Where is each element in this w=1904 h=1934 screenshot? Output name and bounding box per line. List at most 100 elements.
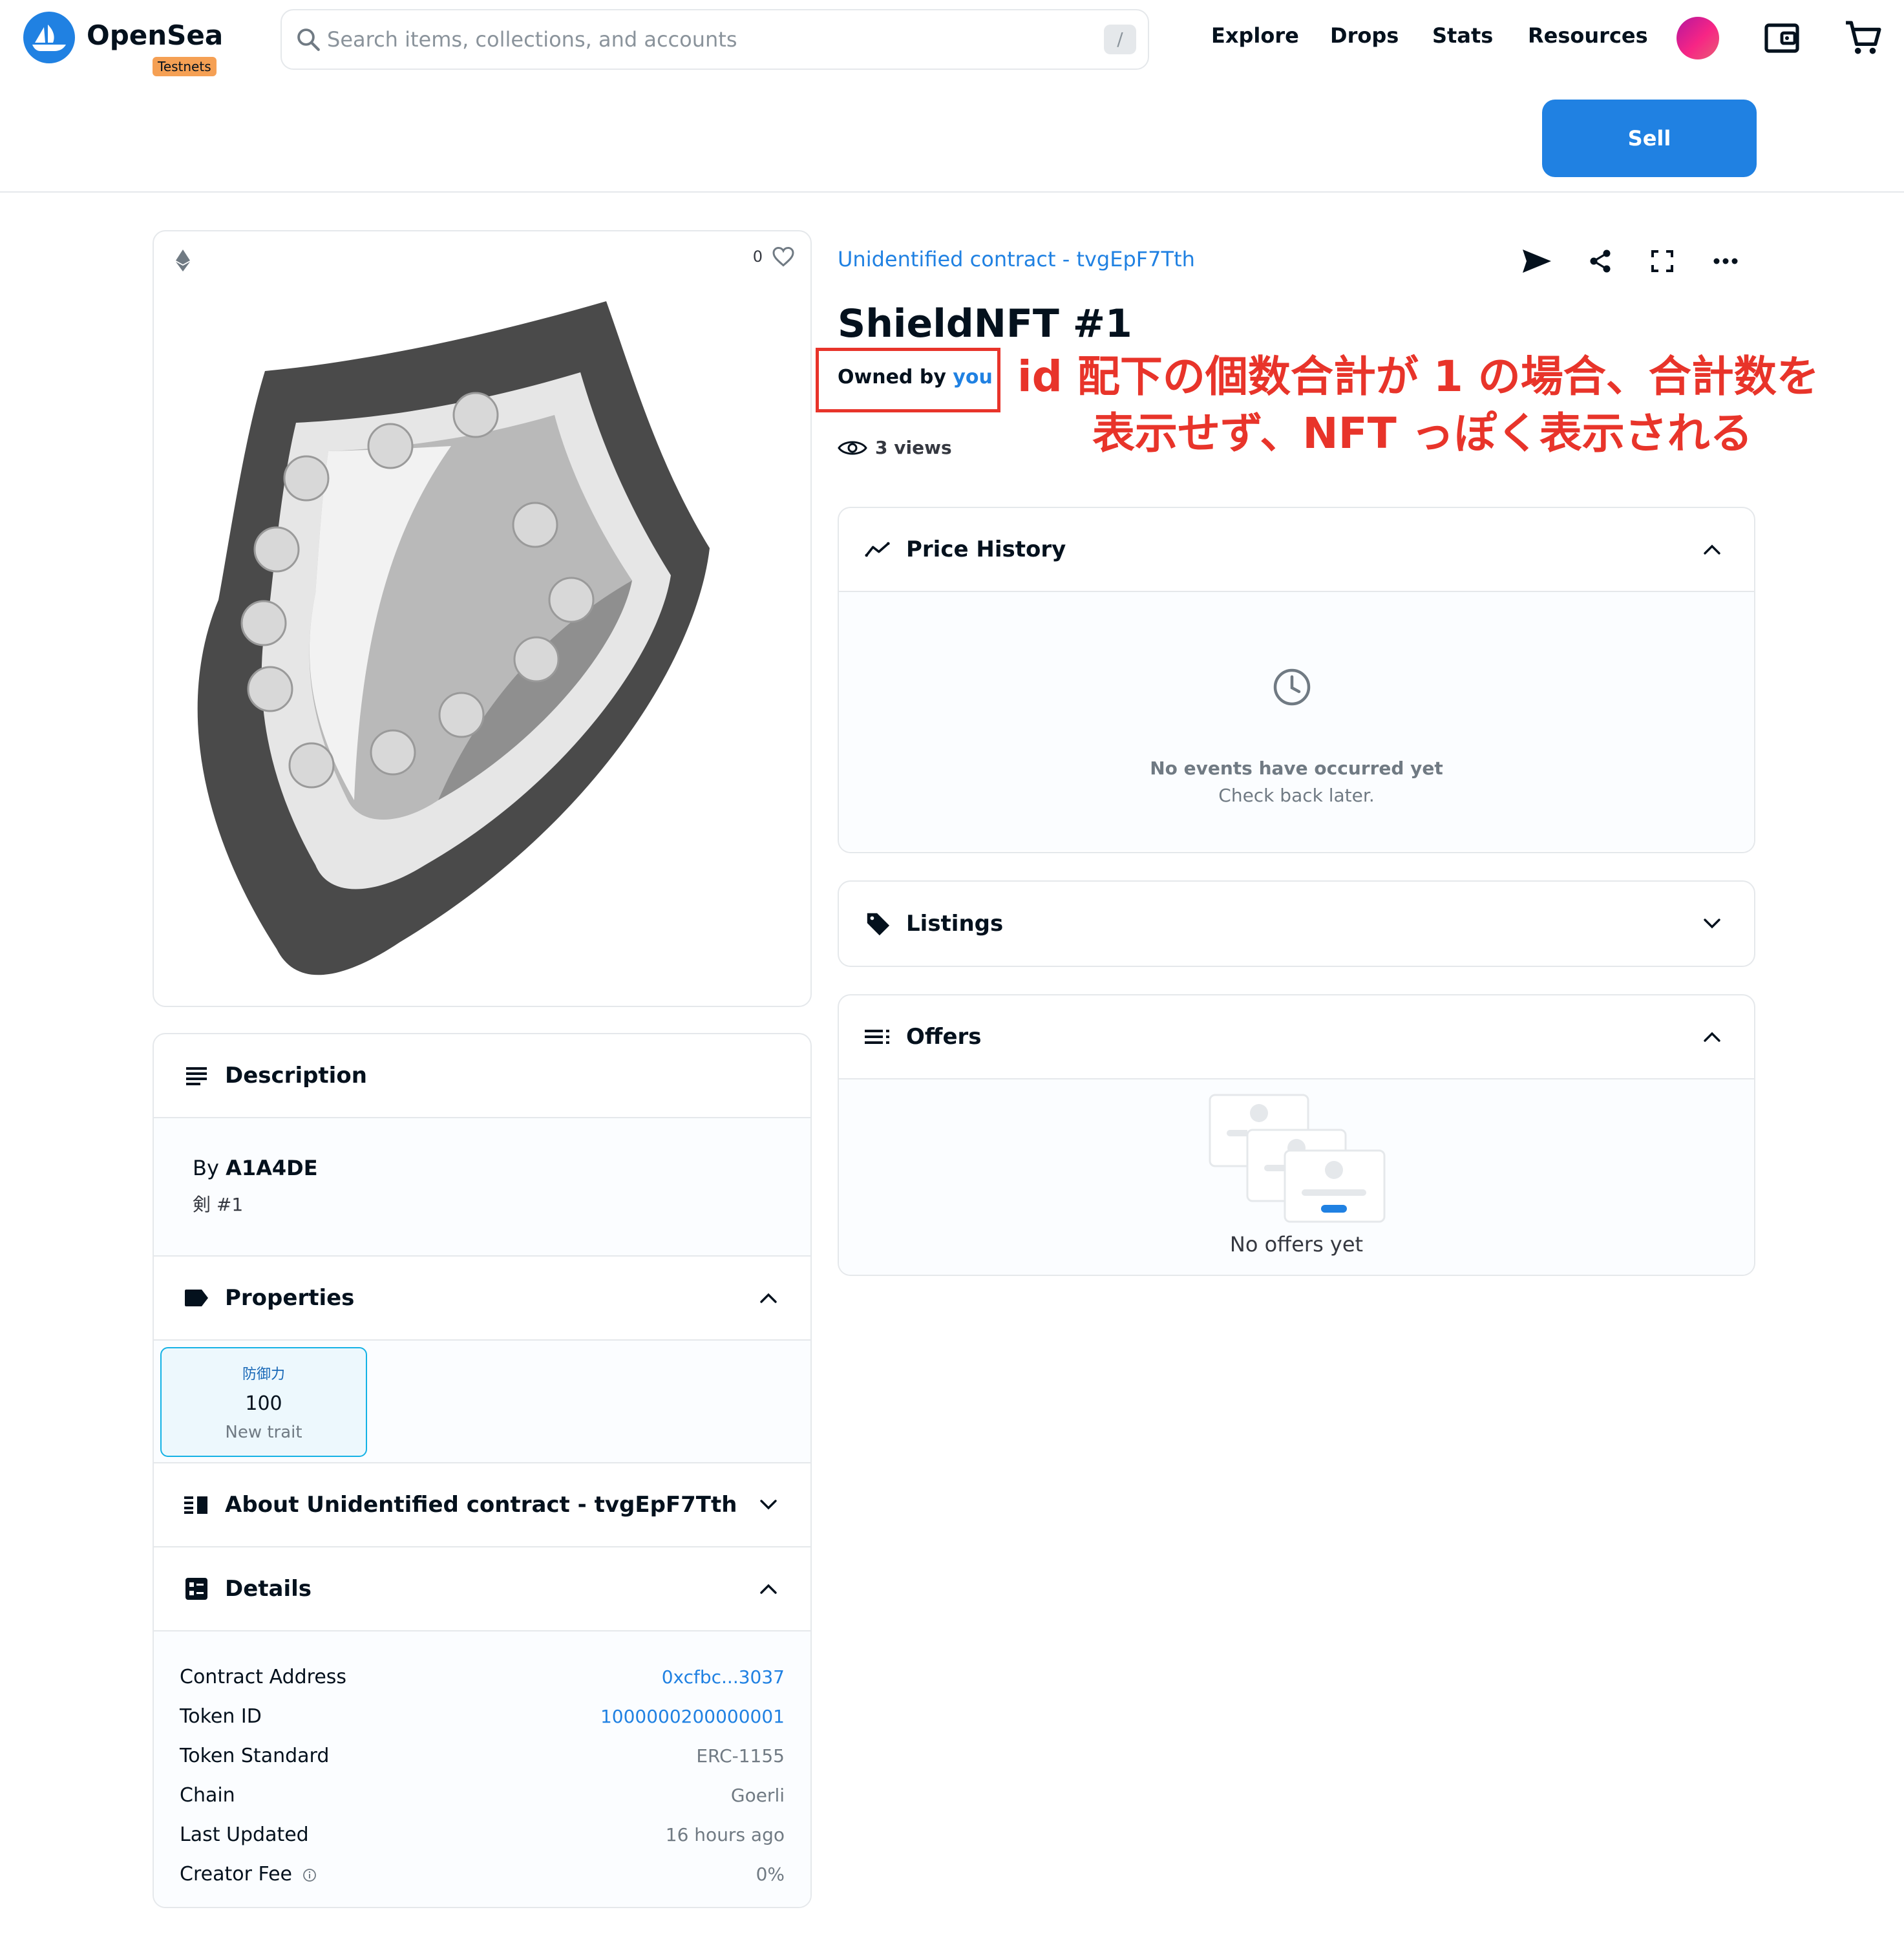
owned-by-prefix: Owned by bbox=[838, 366, 946, 388]
details-header[interactable]: Details bbox=[154, 1547, 810, 1631]
detail-key: Token ID bbox=[180, 1705, 262, 1728]
fullscreen-icon[interactable] bbox=[1644, 243, 1680, 279]
annotation-line-2: 表示せず、NFT っぽく表示される bbox=[1092, 409, 1753, 458]
creator-link[interactable]: A1A4DE bbox=[226, 1156, 317, 1180]
detail-key: Token Standard bbox=[180, 1745, 330, 1767]
price-tag-icon bbox=[865, 911, 891, 937]
token-id-link[interactable]: 1000000200000001 bbox=[600, 1706, 785, 1727]
nav-stats[interactable]: Stats bbox=[1432, 23, 1493, 48]
search-bar[interactable]: / bbox=[280, 9, 1149, 70]
description-header[interactable]: Description bbox=[154, 1034, 810, 1118]
nft-image-shield[interactable] bbox=[180, 296, 787, 981]
nav-drops[interactable]: Drops bbox=[1330, 23, 1399, 48]
offers-title: Offers bbox=[906, 1024, 982, 1050]
clock-icon bbox=[1273, 668, 1311, 706]
detail-value: ERC-1155 bbox=[696, 1745, 785, 1767]
chevron-up-icon[interactable] bbox=[759, 1291, 778, 1304]
collection-link[interactable]: Unidentified contract - tvgEpF7Tth bbox=[838, 247, 1195, 271]
listings-title: Listings bbox=[906, 911, 1004, 937]
tag-icon bbox=[184, 1285, 209, 1311]
profile-avatar[interactable] bbox=[1677, 17, 1719, 59]
about-header[interactable]: About Unidentified contract - tvgEpF7Tth bbox=[154, 1463, 810, 1547]
share-icon[interactable] bbox=[1582, 243, 1618, 279]
detail-key: Chain bbox=[180, 1784, 235, 1807]
cart-icon[interactable] bbox=[1842, 17, 1885, 59]
chevron-down-icon[interactable] bbox=[1702, 917, 1722, 930]
testnets-badge: Testnets bbox=[153, 57, 217, 76]
empty-events-subtitle: Check back later. bbox=[1218, 785, 1375, 806]
detail-key: Last Updated bbox=[180, 1823, 309, 1846]
price-history-title: Price History bbox=[906, 537, 1066, 562]
detail-value: 16 hours ago bbox=[665, 1824, 785, 1845]
search-icon bbox=[297, 28, 320, 51]
owned-by: Owned by you bbox=[838, 366, 993, 388]
details-title: Details bbox=[225, 1576, 312, 1602]
owner-link[interactable]: you bbox=[953, 366, 993, 388]
about-title: About Unidentified contract - tvgEpF7Tth bbox=[225, 1492, 737, 1518]
wallet-icon[interactable] bbox=[1761, 17, 1803, 59]
transfer-icon[interactable] bbox=[1519, 243, 1555, 279]
like-count: 0 bbox=[752, 248, 763, 266]
property-trait-card[interactable]: 防御力 100 New trait bbox=[160, 1347, 367, 1457]
trait-type: 防御力 bbox=[242, 1366, 285, 1383]
detail-row: Token Standard ERC-1155 bbox=[180, 1736, 785, 1776]
nav-resources[interactable]: Resources bbox=[1528, 23, 1648, 48]
logo-text[interactable]: OpenSea bbox=[87, 19, 223, 51]
empty-offers-illustration bbox=[1209, 1094, 1386, 1223]
no-offers-text: No offers yet bbox=[1229, 1232, 1364, 1257]
heart-icon[interactable] bbox=[772, 246, 795, 268]
chevron-up-icon[interactable] bbox=[759, 1582, 778, 1595]
detail-value: Goerli bbox=[730, 1785, 785, 1806]
detail-key: Contract Address bbox=[180, 1666, 347, 1688]
annotation-line-1: id 配下の個数合計が 1 の場合、合計数を bbox=[1017, 352, 1819, 401]
chevron-down-icon[interactable] bbox=[759, 1498, 778, 1511]
item-info-panel: Description By A1A4DE 剣 #1 Properties 防御… bbox=[153, 1033, 812, 1908]
detail-row: Token ID 1000000200000001 bbox=[180, 1697, 785, 1736]
listings-panel: Listings bbox=[838, 880, 1755, 967]
eye-icon bbox=[838, 441, 867, 454]
trending-line-icon bbox=[865, 537, 891, 562]
info-icon[interactable] bbox=[302, 1868, 317, 1882]
chevron-up-icon[interactable] bbox=[1702, 543, 1722, 556]
search-shortcut-badge: / bbox=[1104, 25, 1136, 54]
contract-address-link[interactable]: 0xcfbc...3037 bbox=[662, 1666, 785, 1688]
more-options-icon[interactable] bbox=[1708, 243, 1744, 279]
about-list-icon bbox=[184, 1492, 209, 1518]
detail-row: Chain Goerli bbox=[180, 1776, 785, 1815]
ethereum-icon bbox=[176, 250, 190, 274]
details-icon bbox=[184, 1576, 209, 1602]
nft-image-card: 0 bbox=[153, 230, 812, 1007]
offers-empty: No offers yet bbox=[839, 1079, 1754, 1275]
detail-row: Creator Fee 0% bbox=[180, 1854, 785, 1894]
top-header: OpenSea Testnets / Explore Drops Stats R… bbox=[0, 0, 1904, 193]
by-prefix: By bbox=[193, 1156, 219, 1180]
offers-panel: Offers No offers yet bbox=[838, 994, 1755, 1276]
detail-key: Creator Fee bbox=[180, 1863, 317, 1886]
description-text: 剣 #1 bbox=[193, 1194, 244, 1215]
detail-row: Contract Address 0xcfbc...3037 bbox=[180, 1657, 785, 1697]
nav-explore[interactable]: Explore bbox=[1211, 23, 1299, 48]
price-history-header[interactable]: Price History bbox=[839, 508, 1754, 592]
opensea-logo-icon[interactable] bbox=[23, 12, 75, 63]
trait-value: 100 bbox=[245, 1392, 282, 1415]
listings-header[interactable]: Listings bbox=[839, 882, 1754, 966]
offers-list-icon bbox=[865, 1024, 891, 1050]
nft-title: ShieldNFT #1 bbox=[838, 301, 1132, 346]
description-lines-icon bbox=[184, 1063, 209, 1089]
favorite-count[interactable]: 0 bbox=[753, 246, 795, 268]
properties-header[interactable]: Properties bbox=[154, 1257, 810, 1341]
price-history-empty: No events have occurred yet Check back l… bbox=[839, 592, 1754, 851]
detail-row: Last Updated 16 hours ago bbox=[180, 1815, 785, 1854]
empty-events-title: No events have occurred yet bbox=[1150, 758, 1443, 779]
price-history-panel: Price History No events have occurred ye… bbox=[838, 507, 1755, 853]
chevron-up-icon[interactable] bbox=[1702, 1030, 1722, 1043]
sell-button[interactable]: Sell bbox=[1542, 100, 1757, 177]
search-input[interactable] bbox=[327, 10, 1038, 69]
properties-title: Properties bbox=[225, 1285, 355, 1311]
details-body: Contract Address 0xcfbc...3037 Token ID … bbox=[154, 1631, 810, 1907]
detail-value: 0% bbox=[756, 1864, 785, 1885]
properties-body: 防御力 100 New trait bbox=[154, 1341, 810, 1463]
description-creator: By A1A4DE bbox=[193, 1156, 772, 1180]
offers-header[interactable]: Offers bbox=[839, 995, 1754, 1079]
view-count: 3 views bbox=[838, 437, 952, 458]
